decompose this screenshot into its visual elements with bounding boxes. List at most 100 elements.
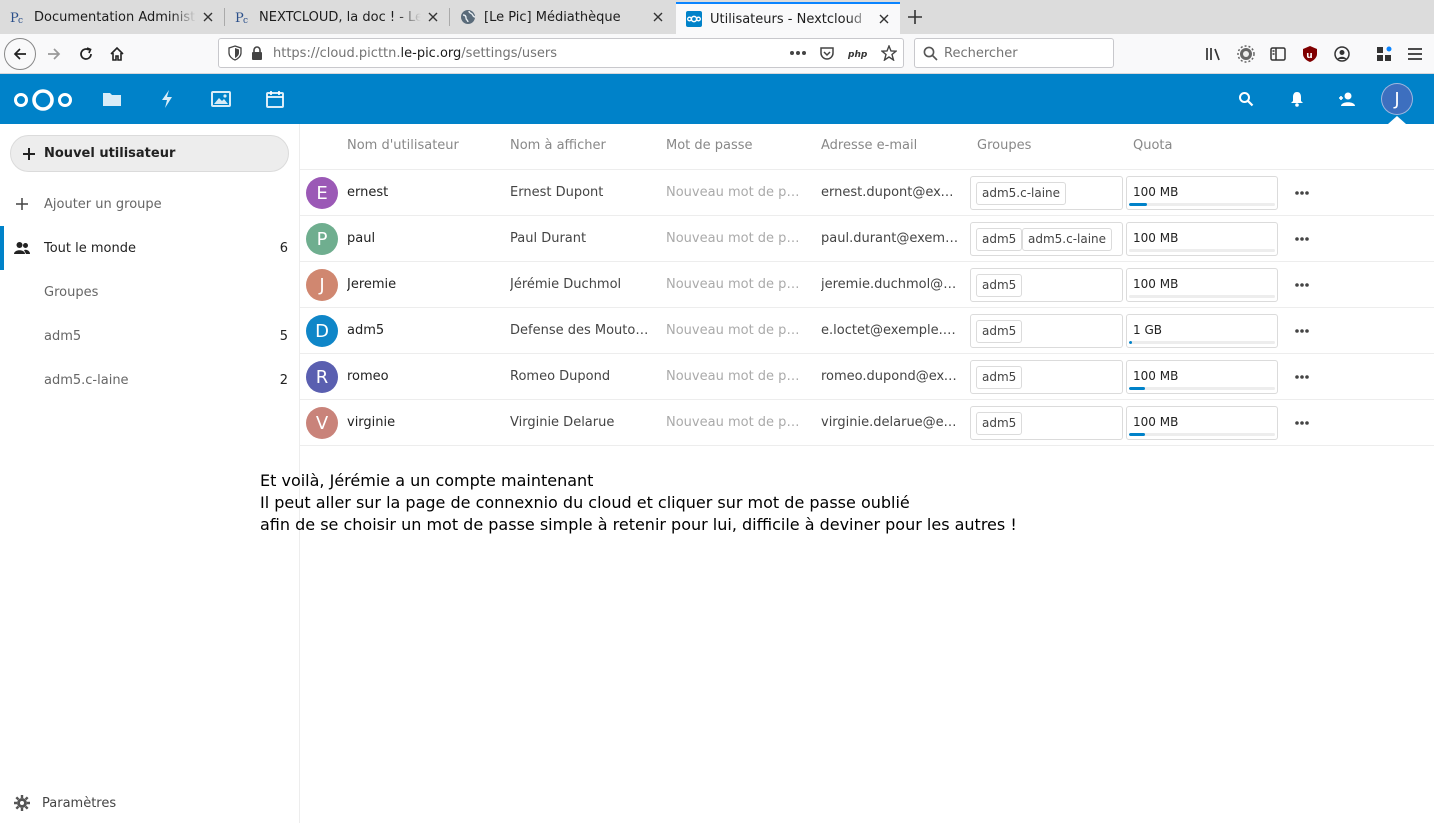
group-tag[interactable]: adm5 [976,228,1023,251]
quota-select[interactable]: 100 MB [1126,360,1278,394]
display-name-field[interactable]: Virginie Delarue [510,400,650,446]
close-tab-icon[interactable] [421,5,445,29]
group-tag[interactable]: adm5.c-laine [1022,228,1113,251]
more-actions-icon[interactable] [1294,369,1310,385]
calendar-icon[interactable] [265,89,285,109]
column-header-username[interactable]: Nom d'utilisateur [347,138,459,153]
close-tab-icon[interactable] [196,5,220,29]
new-password-field[interactable]: Nouveau mot de passe [666,262,806,308]
browser-tab[interactable]: [Le Pic] Médiathèque [450,0,674,34]
email-field[interactable]: romeo.dupond@exe … [821,354,961,400]
email-field[interactable]: virginie.delarue@ex … [821,400,961,446]
quota-select[interactable]: 100 MB [1126,268,1278,302]
sidebar-item-group-adm5[interactable]: adm5 5 [0,314,299,358]
bookmark-star-icon[interactable] [881,45,897,61]
groups-multiselect[interactable]: adm5 [970,314,1123,348]
username-cell: romeo [347,369,389,384]
new-password-field[interactable]: Nouveau mot de passe [666,400,806,446]
back-button[interactable] [4,38,36,70]
groups-caption-label: Groupes [44,284,99,300]
pocket-icon[interactable] [819,45,835,61]
email-field[interactable]: jeremie.duchmol@e … [821,262,961,308]
email-field[interactable]: ernest.dupont@exe … [821,170,961,216]
display-name-field[interactable]: Paul Durant [510,216,650,262]
browser-search-field[interactable]: Rechercher [914,38,1114,68]
quota-value: 100 MB [1133,415,1179,429]
lock-icon[interactable] [249,45,265,61]
close-tab-icon[interactable] [646,5,670,29]
new-user-label: Nouvel utilisateur [44,146,176,161]
close-tab-icon[interactable] [872,7,896,31]
table-row[interactable]: Dadm5 Defense des Mouton… Nouveau mot de p… [300,308,1434,354]
new-user-button[interactable]: Nouvel utilisateur [10,135,289,172]
new-tab-button[interactable] [903,5,927,29]
more-actions-icon[interactable] [1294,231,1310,247]
files-folder-icon[interactable] [102,89,122,109]
add-group-button[interactable]: Ajouter un groupe [0,182,299,226]
settings-button[interactable]: Paramètres [14,795,116,811]
extension-gear-icon[interactable] [1237,45,1255,63]
quota-select[interactable]: 1 GB [1126,314,1278,348]
more-actions-icon[interactable] [1294,277,1310,293]
table-row[interactable]: Vvirginie Virginie Delarue Nouveau mot de … [300,400,1434,446]
new-password-field[interactable]: Nouveau mot de passe [666,308,806,354]
groups-multiselect[interactable]: adm5 [970,268,1123,302]
account-icon[interactable] [1333,45,1351,63]
sidebar-item-group-adm5-c-laine[interactable]: adm5.c-laine 2 [0,358,299,402]
quota-select[interactable]: 100 MB [1126,222,1278,256]
hamburger-menu-icon[interactable] [1406,45,1424,63]
table-row[interactable]: Eernest Ernest Dupont Nouveau mot de passe… [300,170,1434,216]
gallery-image-icon[interactable] [211,89,231,109]
group-tag[interactable]: adm5 [976,366,1023,389]
ublock-icon[interactable]: u [1301,45,1319,63]
browser-tab[interactable]: Pc Documentation Administra [0,0,224,34]
new-password-field[interactable]: Nouveau mot de passe [666,354,806,400]
groups-multiselect[interactable]: adm5 adm5.c-laine [970,222,1123,256]
column-header-display-name[interactable]: Nom à afficher [510,138,606,153]
table-row[interactable]: Rromeo Romeo Dupond Nouveau mot de passe ro… [300,354,1434,400]
groups-multiselect[interactable]: adm5 [970,406,1123,440]
home-button[interactable] [101,38,133,70]
email-field[interactable]: paul.durant@exemp … [821,216,961,262]
library-icon[interactable] [1205,45,1223,63]
user-avatar-menu[interactable]: J [1381,83,1413,115]
more-actions-icon[interactable] [1294,415,1310,431]
new-password-field[interactable]: Nouveau mot de passe [666,170,806,216]
quota-select[interactable]: 100 MB [1126,406,1278,440]
group-tag[interactable]: adm5 [976,274,1023,297]
php-extension-icon[interactable]: php [847,46,869,60]
browser-tab-active[interactable]: Utilisateurs - Nextcloud [676,2,900,34]
page-actions-icon[interactable] [789,50,807,56]
new-password-field[interactable]: Nouveau mot de passe [666,216,806,262]
more-actions-icon[interactable] [1294,185,1310,201]
display-name-field[interactable]: Ernest Dupont [510,170,650,216]
group-tag[interactable]: adm5 [976,412,1023,435]
browser-toolbar: https://cloud.picttn.le-pic.org/settings… [0,34,1434,74]
activity-lightning-icon[interactable] [157,89,177,109]
nextcloud-logo-icon[interactable] [12,87,74,113]
extensions-puzzle-icon[interactable] [1375,45,1393,63]
url-bar[interactable]: https://cloud.picttn.le-pic.org/settings… [218,38,904,68]
display-name-field[interactable]: Defense des Mouton… [510,308,650,354]
quota-select[interactable]: 100 MB [1126,176,1278,210]
display-name-field[interactable]: Romeo Dupond [510,354,650,400]
groups-multiselect[interactable]: adm5 [970,360,1123,394]
more-actions-icon[interactable] [1294,323,1310,339]
reload-button[interactable] [70,38,102,70]
table-row[interactable]: Ppaul Paul Durant Nouveau mot de passe paul… [300,216,1434,262]
groups-multiselect[interactable]: adm5.c-laine [970,176,1123,210]
browser-tab[interactable]: Pc NEXTCLOUD, la doc ! - Le Pic [225,0,449,34]
forward-button[interactable] [38,38,70,70]
notifications-bell-icon[interactable] [1287,89,1307,109]
unified-search-icon[interactable] [1236,89,1256,109]
quota-value: 100 MB [1133,277,1179,291]
group-tag[interactable]: adm5.c-laine [976,182,1067,205]
group-tag[interactable]: adm5 [976,320,1023,343]
contacts-icon[interactable] [1337,89,1357,109]
table-row[interactable]: J Jeremie Jérémie Duchmol Nouveau mot de pa… [300,262,1434,308]
email-field[interactable]: e.loctet@exemple.com [821,308,961,354]
sidebar-item-everyone[interactable]: Tout le monde 6 [0,226,299,270]
sidebar-toggle-icon[interactable] [1269,45,1287,63]
shield-icon[interactable] [227,45,243,61]
display-name-field[interactable]: Jérémie Duchmol [510,262,650,308]
